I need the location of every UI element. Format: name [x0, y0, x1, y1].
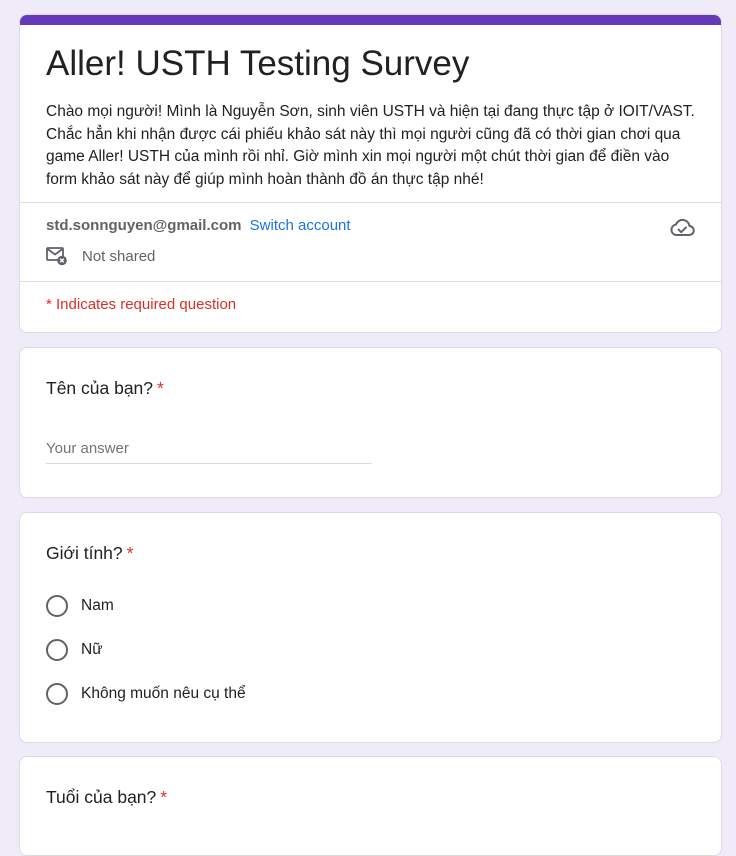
- not-shared-row: Not shared: [46, 246, 155, 266]
- radio-label: Nữ: [81, 641, 103, 658]
- radio-option-nu[interactable]: Nữ: [46, 639, 103, 661]
- required-star: *: [160, 787, 168, 807]
- form-header-card: Aller! USTH Testing Survey Chào mọi ngườ…: [19, 14, 722, 333]
- required-star: *: [157, 378, 164, 398]
- radio-option-prefer-not[interactable]: Không muốn nêu cụ thể: [46, 683, 246, 705]
- divider: [20, 281, 721, 282]
- required-note: * Indicates required question: [46, 296, 237, 313]
- radio-button[interactable]: [46, 595, 68, 617]
- divider: [20, 202, 721, 203]
- not-shared-label: Not shared: [82, 247, 156, 265]
- account-email: std.sonnguyen@gmail.com: [46, 217, 242, 234]
- question-title-text: Tên của bạn?: [46, 378, 154, 398]
- mail-not-shared-icon: [46, 247, 67, 266]
- question-title: Tuổi của bạn? *: [46, 785, 167, 809]
- radio-option-nam[interactable]: Nam: [46, 595, 114, 617]
- accent-bar: [20, 15, 721, 25]
- question-title-text: Giới tính?: [46, 543, 123, 563]
- radio-button[interactable]: [46, 639, 68, 661]
- form-description: Chào mọi người! Mình là Nguyễn Sơn, sinh…: [46, 103, 695, 188]
- question-title-text: Tuổi của bạn?: [46, 787, 157, 807]
- switch-account-link[interactable]: Switch account: [250, 217, 351, 234]
- required-star: *: [126, 543, 134, 563]
- name-answer-input[interactable]: [46, 434, 372, 464]
- account-row: std.sonnguyen@gmail.com Switch account: [46, 216, 351, 236]
- question-card-age: Tuổi của bạn? *: [19, 756, 722, 856]
- radio-button[interactable]: [46, 683, 68, 705]
- radio-label: Không muốn nêu cụ thể: [81, 685, 246, 702]
- cloud-saved-icon[interactable]: [669, 217, 695, 239]
- question-title: Tên của bạn? *: [46, 376, 164, 400]
- form-title: Aller! USTH Testing Survey: [46, 44, 470, 83]
- question-card-name: Tên của bạn? *: [19, 347, 722, 498]
- question-card-gender: Giới tính? * Nam Nữ Không muốn nêu cụ thể: [19, 512, 722, 743]
- radio-label: Nam: [81, 597, 114, 614]
- question-title: Giới tính? *: [46, 541, 133, 565]
